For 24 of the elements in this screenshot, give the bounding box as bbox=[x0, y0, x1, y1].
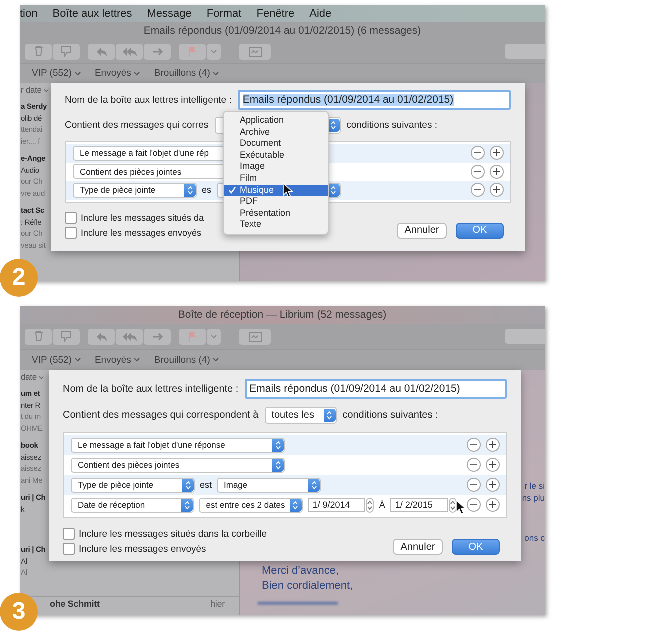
field-label: Nom de la boîte aux lettres intelligente : bbox=[65, 94, 232, 106]
rule-label: est bbox=[200, 480, 212, 490]
checkbox-label: Inclure les messages situés dans la corbeille bbox=[79, 528, 267, 540]
message-text: Merci d’avance, bbox=[262, 565, 340, 577]
sender-name: ohe Schmitt bbox=[50, 599, 100, 610]
step-badge: 3 bbox=[0, 593, 38, 631]
condition-text: conditions suivantes : bbox=[342, 410, 438, 421]
checkbox-label: Inclure les messages envoyés bbox=[79, 544, 206, 554]
rule-label: es bbox=[202, 185, 212, 196]
message-text: r le si bbox=[524, 481, 545, 491]
window-title: Emails répondus (01/09/2014 au 01/02/2015) (6 messages) bbox=[144, 25, 422, 37]
field-label: Nom de la boîte aux lettres intelligente : bbox=[63, 384, 239, 394]
condition-text: Contient des messages qui corres bbox=[65, 120, 209, 131]
condition-text: conditions suivantes : bbox=[346, 120, 438, 131]
message-text: ns plu bbox=[522, 493, 545, 503]
message-date: hier bbox=[210, 599, 225, 610]
message-text: ons c bbox=[524, 533, 545, 543]
checkbox-label: Inclure les messages situés da bbox=[81, 212, 204, 222]
step-badge: 2 bbox=[0, 259, 38, 297]
rule-label: À bbox=[379, 500, 386, 510]
message-text: Bien cordialement, bbox=[262, 580, 354, 592]
condition-text: Contient des messages qui correspondent à bbox=[63, 410, 259, 421]
checkbox-label: Inclure les messages envoyés bbox=[81, 228, 202, 238]
window-title: Boîte de réception — Librium (52 messages) bbox=[178, 309, 387, 321]
